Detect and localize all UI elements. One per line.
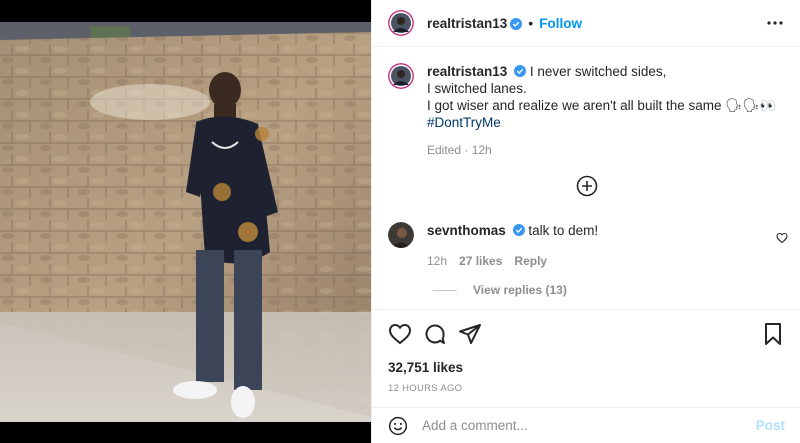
post-header: realtristan13 • Follow <box>372 0 800 47</box>
heart-icon[interactable] <box>388 322 412 346</box>
comment-time: 12h <box>427 254 448 268</box>
comment-meta: 12h 27 likes Reply <box>427 254 788 268</box>
caption-line: I switched lanes. <box>427 81 527 96</box>
post-panel: realtristan13 • Follow realtristan13 I n… <box>371 0 800 443</box>
caption-text: realtristan13 I never switched sides, I … <box>427 63 776 131</box>
comment-icon[interactable] <box>423 322 447 346</box>
instagram-post: realtristan13 • Follow realtristan13 I n… <box>0 0 800 443</box>
commenter-avatar[interactable] <box>388 222 414 248</box>
author-avatar[interactable] <box>388 10 414 36</box>
verified-badge-icon <box>512 223 525 236</box>
verified-badge-icon <box>510 17 523 30</box>
comment: sevnthomas talk to dem! 12h 27 likes Rep… <box>388 222 788 297</box>
view-replies-label[interactable]: View replies (13) <box>473 283 567 297</box>
action-row <box>388 322 785 346</box>
post-timestamp[interactable]: 12 HOURS AGO <box>388 383 785 394</box>
more-horizontal-icon[interactable] <box>766 14 784 32</box>
commenter-username[interactable]: sevnthomas <box>427 223 506 238</box>
share-icon[interactable] <box>458 322 482 346</box>
replies-divider <box>433 289 457 291</box>
post-comment-button[interactable]: Post <box>756 418 785 433</box>
emoji-icon[interactable] <box>388 416 408 436</box>
caption-avatar[interactable] <box>388 63 414 89</box>
comment-like-heart-icon[interactable] <box>776 231 788 244</box>
post-actions: 32,751 likes 12 HOURS AGO <box>372 309 800 394</box>
caption-username[interactable]: realtristan13 <box>427 64 507 79</box>
comment-text: sevnthomas talk to dem! <box>427 222 788 239</box>
plus-circle-icon[interactable] <box>576 175 598 197</box>
caption-meta: Edited · 12h <box>427 143 492 157</box>
view-replies-button[interactable]: View replies (13) <box>433 283 567 297</box>
caption-hashtag[interactable]: #DontTryMe <box>427 114 776 131</box>
header-separator: • <box>528 15 534 31</box>
post-caption: realtristan13 I never switched sides, I … <box>388 63 788 157</box>
likes-count[interactable]: 32,751 likes <box>388 360 785 375</box>
follow-button[interactable]: Follow <box>539 16 582 31</box>
caption-body: realtristan13 I never switched sides, I … <box>427 63 776 157</box>
caption-line: I never switched sides, <box>529 64 667 79</box>
caption-line: I got wiser and realize we aren't all bu… <box>427 98 777 113</box>
comment-likes[interactable]: 27 likes <box>459 254 502 268</box>
add-comment-bar: Post <box>372 407 800 443</box>
comment-content: talk to dem! <box>528 223 599 238</box>
post-media <box>0 0 371 443</box>
reply-button[interactable]: Reply <box>514 254 547 268</box>
author-username[interactable]: realtristan13 <box>427 16 507 31</box>
comment-body: sevnthomas talk to dem! 12h 27 likes Rep… <box>427 222 788 268</box>
bookmark-icon[interactable] <box>761 322 785 346</box>
comment-input[interactable] <box>422 418 756 433</box>
post-photo[interactable] <box>0 22 371 422</box>
verified-badge-icon <box>514 64 527 77</box>
